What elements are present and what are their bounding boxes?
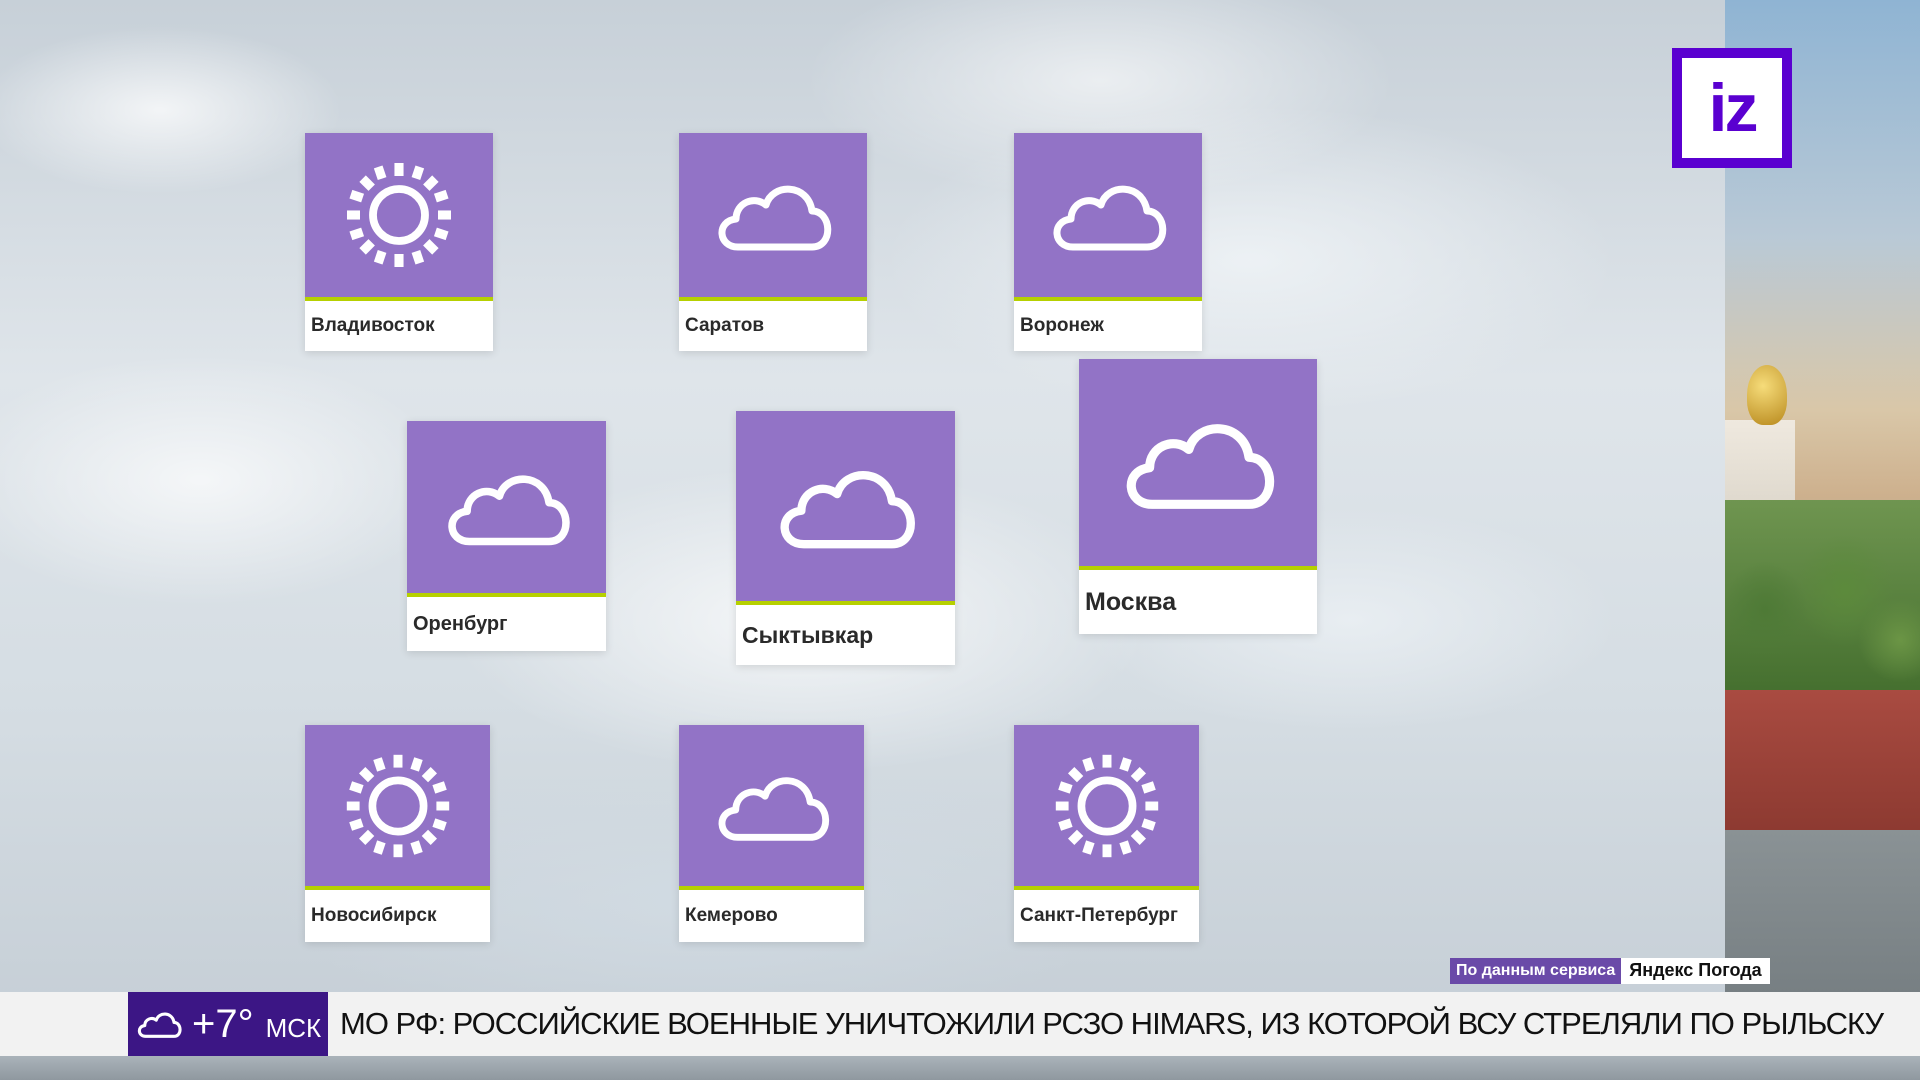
sun-icon <box>1055 754 1158 857</box>
weather-card-saratov: Саратов <box>679 133 867 351</box>
city-label: Воронеж <box>1014 301 1202 351</box>
cloud-icon <box>780 471 915 549</box>
timezone-label: МСК <box>265 1012 322 1043</box>
city-label: Сыктывкар <box>736 605 955 665</box>
weather-card-syktyvkar: Сыктывкар <box>736 411 955 665</box>
cloud-icon <box>1053 185 1167 251</box>
data-source-credit: По данным сервиса Яндекс Погода <box>1450 958 1770 984</box>
cloud-icon <box>718 776 829 841</box>
source-brand: Яндекс Погода <box>1621 958 1770 984</box>
city-label: Санкт-Петербург <box>1014 890 1199 942</box>
current-weather-box: +7° МСК <box>128 992 328 1056</box>
weather-card-voronezh: Воронеж <box>1014 133 1202 351</box>
sun-icon <box>346 754 449 857</box>
weather-card-orenburg: Оренбург <box>407 421 606 651</box>
weather-card-moscow: Москва <box>1079 359 1317 634</box>
golden-dome <box>1747 365 1787 425</box>
city-label: Владивосток <box>305 301 493 351</box>
sun-icon <box>347 163 451 267</box>
current-temperature: +7° <box>192 1001 254 1046</box>
cloud-icon <box>447 475 570 546</box>
city-label: Москва <box>1079 570 1317 634</box>
weather-card-vladivostok: Владивосток <box>305 133 493 351</box>
news-headline: МО РФ: РОССИЙСКИЕ ВОЕННЫЕ УНИЧТОЖИЛИ РСЗ… <box>340 1006 1884 1041</box>
city-label: Саратов <box>679 301 867 351</box>
cloud-icon <box>1126 424 1275 509</box>
kremlin-wall <box>1725 690 1920 830</box>
city-label: Новосибирск <box>305 890 490 942</box>
weather-card-novosibirsk: Новосибирск <box>305 725 490 942</box>
source-prefix: По данным сервиса <box>1450 958 1622 984</box>
logo-text: iz <box>1682 58 1782 158</box>
city-label: Оренбург <box>407 597 606 651</box>
ticker-bottom-strip <box>0 1056 1920 1080</box>
cloud-icon <box>718 185 832 251</box>
weather-card-kemerovo: Кемерово <box>679 725 864 942</box>
izvestia-logo: iz <box>1672 48 1792 168</box>
trees <box>1725 500 1920 720</box>
weather-card-saint-petersburg: Санкт-Петербург <box>1014 725 1199 942</box>
city-label: Кемерово <box>679 890 864 942</box>
cloud-icon <box>137 1012 182 1038</box>
